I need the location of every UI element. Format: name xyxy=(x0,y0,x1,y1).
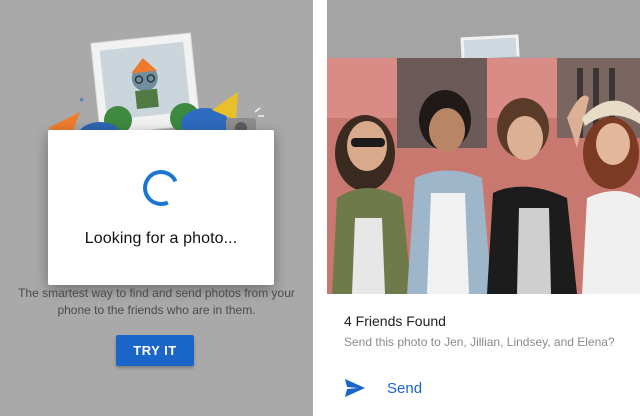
onboarding-description: The smartest way to find and send photos… xyxy=(18,286,295,317)
send-arrow-icon xyxy=(345,379,365,397)
loading-dialog: Looking for a photo... xyxy=(48,130,274,285)
friends-found-title: 4 Friends Found xyxy=(344,313,446,329)
onboarding-illustration xyxy=(48,32,264,150)
right-screen: 4 Friends Found Send this photo to Jen, … xyxy=(327,0,640,416)
progress-spinner-icon xyxy=(137,164,185,212)
loading-message: Looking for a photo... xyxy=(84,230,238,247)
photo-frame-illustration xyxy=(460,34,520,60)
try-it-button[interactable]: TRY IT xyxy=(116,335,194,366)
send-button[interactable]: Send xyxy=(344,374,422,402)
group-photo[interactable] xyxy=(327,58,640,294)
friends-found-subtitle: Send this photo to Jen, Jillian, Lindsey… xyxy=(344,335,615,349)
send-label: Send xyxy=(387,379,423,397)
screen-divider xyxy=(313,0,327,416)
left-screen: Looking for a photo... The smartest way … xyxy=(0,0,313,416)
